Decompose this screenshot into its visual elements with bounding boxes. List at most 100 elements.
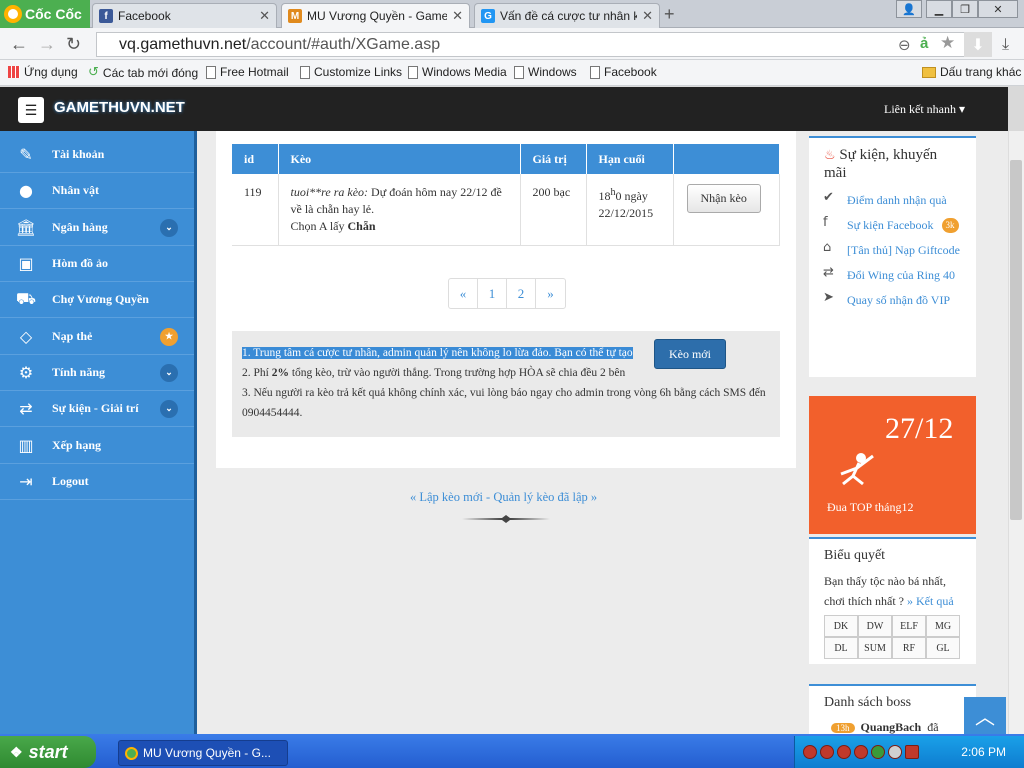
bookmark-customize-links[interactable]: Customize Links — [300, 65, 402, 79]
boss-title: Danh sách boss — [824, 695, 912, 710]
warrior-icon — [840, 453, 874, 486]
bet-links[interactable]: « Lập kèo mới - Quản lý kèo đã lập » — [410, 490, 597, 505]
sidebar-item-virtual-chest[interactable]: ▣ Hòm đồ ảo — [0, 246, 194, 282]
poll-option[interactable]: ELF — [892, 615, 926, 637]
tray-v-icon[interactable] — [905, 745, 919, 759]
ornament-divider-icon — [462, 515, 550, 523]
close-window-icon[interactable]: ✕ — [978, 0, 1018, 18]
exchange-icon: ⇄ — [823, 265, 834, 280]
bookmark-windows[interactable]: Windows — [514, 65, 577, 79]
forward-icon[interactable]: → — [38, 34, 56, 55]
page-prev[interactable]: « — [449, 279, 478, 308]
poll-option[interactable]: DW — [858, 615, 892, 637]
column-header — [673, 144, 780, 174]
taskbar-item-browser[interactable]: MU Vương Quyền - G... — [118, 740, 288, 766]
event-item[interactable]: ➤ Quay số nhận đồ VIP — [809, 290, 976, 310]
tab-facebook[interactable]: f Facebook ✕ — [92, 3, 277, 28]
download-icon[interactable]: ⤓ — [1002, 34, 1009, 54]
restore-icon[interactable]: ❐ — [952, 0, 978, 18]
count-badge: 3k — [941, 218, 959, 233]
scrollbar-thumb[interactable] — [1010, 160, 1022, 520]
poll-option[interactable]: SUM — [858, 637, 892, 659]
event-item[interactable]: ✔ Điểm danh nhận quà — [809, 190, 976, 210]
sidebar-item-top-up[interactable]: ◇ Nạp thẻ ★ — [0, 319, 194, 355]
bookmark-recent-tabs[interactable]: ↺ Các tab mới đóng — [88, 65, 198, 80]
taskbar-clock: 2:06 PM — [961, 745, 1006, 759]
bookmark-other-folder[interactable]: Dấu trang khác — [922, 65, 1021, 79]
tray-app-icon[interactable] — [803, 745, 817, 759]
minimize-icon[interactable]: ▁ — [926, 0, 952, 18]
close-tab-icon[interactable]: ✕ — [259, 8, 270, 24]
tab-van-de-ca-cuoc[interactable]: G Vấn đề cá cược tư nhân khôn ✕ — [474, 3, 660, 28]
event-item[interactable]: f Sự kiện Facebook 3k — [809, 215, 976, 235]
poll-option[interactable]: MG — [926, 615, 960, 637]
tray-volume-icon[interactable] — [888, 745, 902, 759]
download-arrow-icon[interactable]: ⬇ — [964, 32, 992, 57]
pagination: « 1 2 » — [448, 278, 566, 309]
sidebar-item-market[interactable]: ⛟ Chợ Vương Quyền — [0, 282, 194, 318]
back-icon[interactable]: ← — [10, 34, 28, 55]
zoom-icon[interactable]: ⊖ — [898, 36, 911, 54]
sidebar-item-ranking[interactable]: ▥ Xếp hạng — [0, 428, 194, 464]
cart-icon: ⛟ — [15, 289, 37, 308]
sidebar-item-features[interactable]: ⚙ Tính năng ⌄ — [0, 355, 194, 391]
poll-option[interactable]: GL — [926, 637, 960, 659]
tab-mu-vuong-quyen[interactable]: M MU Vương Quyền - Gamethu\ ✕ — [281, 3, 470, 28]
column-header: Giá trị — [520, 144, 587, 174]
column-header: id — [232, 144, 279, 174]
diamond-icon: ◇ — [19, 327, 33, 346]
sidebar-item-events[interactable]: ⇄ Sự kiện - Giải trí ⌄ — [0, 391, 194, 427]
mu-favicon-icon: M — [288, 9, 302, 23]
sidebar-item-logout[interactable]: ⇥ Logout — [0, 464, 194, 500]
page-icon — [408, 65, 418, 79]
poll-option[interactable]: DK — [824, 615, 858, 637]
gift-icon: ⌂ — [823, 240, 832, 255]
poll-result-link[interactable]: » Kết quả — [907, 594, 954, 608]
bookmark-apps[interactable]: Ứng dụng — [8, 65, 78, 79]
sidebar-item-account[interactable]: ✎ Tài khoản — [0, 137, 194, 173]
cogs-icon: ⚙ — [18, 363, 34, 382]
sidebar-item-character[interactable]: ● Nhân vật — [0, 173, 194, 209]
coccoc-ball-icon — [4, 5, 22, 23]
event-item[interactable]: ⇄ Đổi Wing của Ring 40 — [809, 265, 976, 285]
bookmark-facebook[interactable]: Facebook — [590, 65, 657, 79]
menu-toggle-icon[interactable]: ☰ — [18, 97, 44, 123]
url-input[interactable]: vq.gamethuvn.net/account/#auth/XGame.asp — [96, 32, 992, 57]
poll-option[interactable]: DL — [824, 637, 858, 659]
translate-icon[interactable]: ả — [920, 35, 928, 52]
promo-date: 27/12 — [885, 412, 954, 445]
boss-time-badge: 13h — [831, 722, 855, 733]
site-brand-logo[interactable]: GAMETHUVN.NET — [54, 99, 185, 116]
profile-icon[interactable]: 👤 — [896, 0, 922, 18]
close-tab-icon[interactable]: ✕ — [642, 8, 653, 24]
new-bet-button[interactable]: Kèo mới — [654, 339, 726, 369]
poll-option[interactable]: RF — [892, 637, 926, 659]
coccoc-logo[interactable]: Cốc Cốc — [0, 0, 90, 28]
page-1[interactable]: 1 — [478, 279, 507, 308]
event-item[interactable]: ⌂ [Tân thủ] Nạp Giftcode — [809, 240, 976, 260]
tray-network-icon[interactable] — [871, 745, 885, 759]
start-button[interactable]: ❖ start — [0, 736, 96, 768]
reload-icon[interactable]: ↻ — [66, 34, 81, 55]
exchange-icon: ⇄ — [19, 399, 33, 418]
tray-app-icon[interactable] — [854, 745, 868, 759]
close-tab-icon[interactable]: ✕ — [452, 8, 463, 24]
accept-bet-button[interactable]: Nhận kèo — [686, 184, 761, 213]
scroll-to-top-button[interactable]: ︿ — [964, 697, 1006, 734]
bookmark-free-hotmail[interactable]: Free Hotmail — [206, 65, 289, 79]
tray-app-icon[interactable] — [837, 745, 851, 759]
bet-description: tuoi**re ra kèo: Dự đoán hôm nay 22/12 đ… — [278, 174, 521, 246]
page-next[interactable]: » — [536, 279, 565, 308]
page-2[interactable]: 2 — [507, 279, 536, 308]
new-tab-icon[interactable]: + — [664, 4, 675, 25]
promo-banner[interactable]: 27/12 Đua TOP tháng12 — [809, 396, 976, 534]
tray-app-icon[interactable] — [820, 745, 834, 759]
bookmark-star-icon[interactable]: ★ — [940, 33, 955, 53]
system-tray: 2:06 PM — [794, 736, 1024, 768]
check-circle-icon: ✔ — [823, 190, 834, 205]
quick-links-dropdown[interactable]: Liên kết nhanh ▾ — [884, 102, 965, 117]
recent-tabs-icon: ↺ — [88, 65, 99, 80]
bet-action-cell: Nhận kèo — [673, 174, 780, 246]
bookmark-windows-media[interactable]: Windows Media — [408, 65, 507, 79]
sidebar-item-bank[interactable]: 🏛 Ngân hàng ⌄ — [0, 210, 194, 246]
